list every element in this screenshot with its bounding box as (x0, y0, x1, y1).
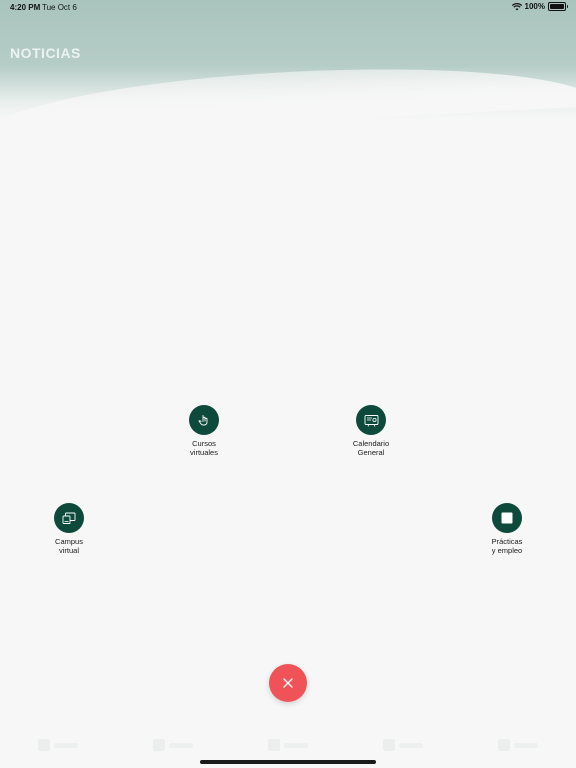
status-date: Tue Oct 6 (42, 3, 77, 12)
label-line-2: virtual (58, 546, 79, 555)
label-line-2: General (357, 448, 385, 457)
grid-icon (267, 739, 280, 751)
tab-bar-dimmed (0, 730, 576, 760)
tab-ghost-text (514, 742, 539, 748)
wifi-icon (511, 2, 522, 10)
label-line-1: Cursos (192, 439, 216, 448)
tab-ghost (498, 739, 539, 751)
tab-ghost-text (283, 742, 308, 748)
tab-ghost-text (399, 742, 424, 748)
label-line-1: Prácticas (491, 537, 523, 546)
home-indicator[interactable] (200, 760, 376, 764)
tab-ghost (37, 739, 78, 751)
tab-ghost-text (168, 742, 193, 748)
menu-item-campus-virtual[interactable]: Campus virtual (29, 503, 109, 555)
battery-icon (548, 2, 568, 11)
calendar-board-icon (356, 405, 386, 435)
menu-item-label: Campus virtual (34, 537, 104, 555)
user-icon (498, 739, 511, 751)
menu-item-calendario-general[interactable]: Calendario General (331, 405, 411, 457)
bell-icon (383, 739, 396, 751)
square-icon (492, 503, 522, 533)
tab-ghost-text (53, 742, 78, 748)
status-time: 4:20 PM (10, 3, 41, 12)
hand-touch-icon (189, 405, 219, 435)
tab-ghost (152, 739, 193, 751)
battery-percent: 100% (524, 2, 545, 11)
status-right: 100% (511, 2, 568, 11)
label-line-1: Calendario (352, 439, 390, 448)
menu-item-practicas-empleo[interactable]: Prácticas y empleo (467, 503, 547, 555)
menu-item-label: Cursos virtuales (169, 439, 239, 457)
menu-item-cursos-virtuales[interactable]: Cursos virtuales (164, 405, 244, 457)
calendar-icon (152, 739, 165, 751)
menu-item-label: Prácticas y empleo (472, 537, 542, 555)
close-icon (283, 678, 293, 688)
home-icon (37, 739, 50, 751)
tab-ghost (383, 739, 424, 751)
status-bar: 4:20 PM Tue Oct 6 100% (0, 0, 576, 16)
label-line-2: virtuales (190, 448, 218, 457)
tab-ghost (267, 739, 308, 751)
campus-screen-icon (54, 503, 84, 533)
menu-item-label: Calendario General (336, 439, 406, 457)
label-line-1: Campus (55, 537, 83, 546)
label-line-2: y empleo (491, 546, 523, 555)
page-title: NOTICIAS (10, 45, 81, 61)
close-menu-button[interactable] (269, 664, 307, 702)
